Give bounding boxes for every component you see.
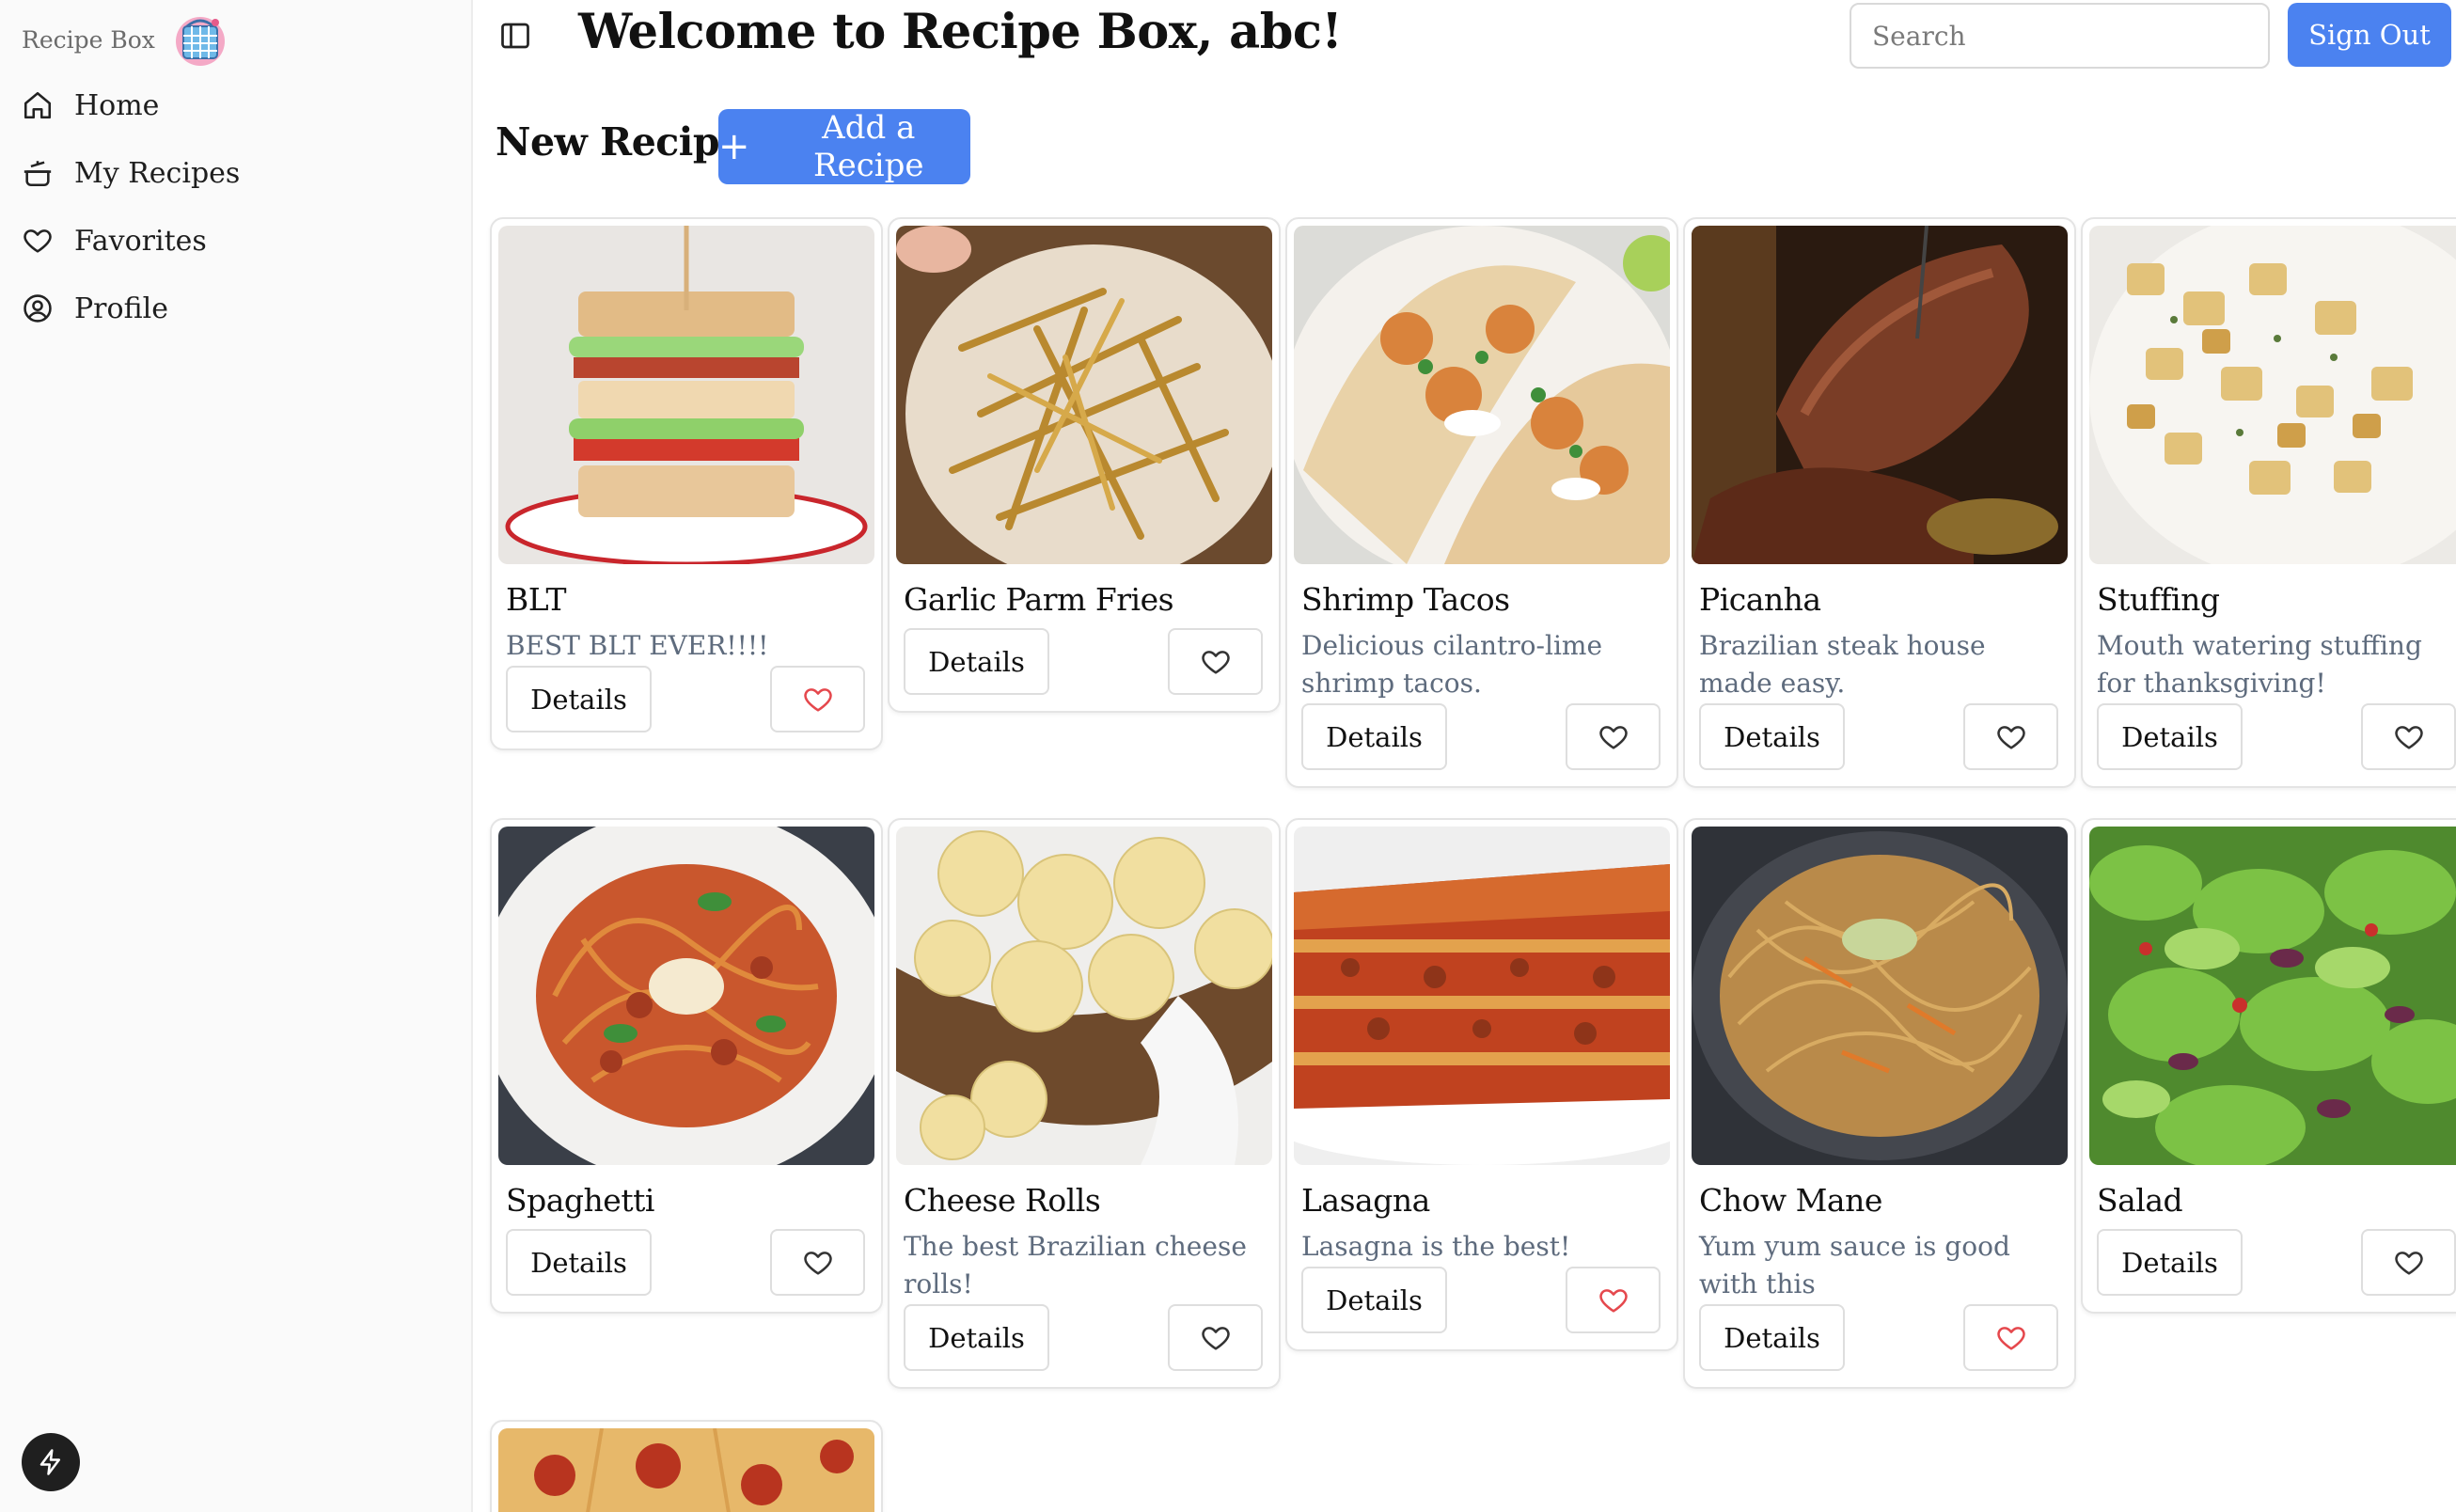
details-button[interactable]: Details (2097, 1229, 2243, 1296)
details-button[interactable]: Details (1699, 703, 1845, 770)
panel-left-icon (501, 23, 529, 49)
details-button[interactable]: Details (904, 1304, 1049, 1371)
favorite-button[interactable] (1168, 1304, 1263, 1371)
recipe-name: Salad (2097, 1182, 2183, 1219)
heart-filled-icon (1996, 1326, 2025, 1350)
sidebar-item-my-recipes[interactable]: My Recipes (22, 139, 240, 207)
favorite-button[interactable] (1963, 1304, 2058, 1371)
recipe-name: BLT (506, 581, 566, 618)
sidebar-nav: Home My Recipes Favorites Profile (22, 71, 240, 342)
recipe-card-stuffing: Stuffing Mouth watering stuffing for tha… (2081, 217, 2456, 788)
user-circle-icon (24, 294, 52, 323)
recipe-description: Delicious cilantro-lime shrimp tacos. (1301, 630, 1603, 699)
favorite-button[interactable] (2361, 1229, 2456, 1296)
add-recipe-button[interactable]: + Add a Recipe (718, 109, 970, 184)
heart-icon (2394, 725, 2423, 749)
tacos-icon[interactable] (1294, 226, 1670, 564)
recipe-name: Chow Mane (1699, 1182, 1882, 1219)
recipe-card-blt: BLT BEST BLT EVER!!!! Details (490, 217, 883, 750)
brand-name: Recipe Box (22, 25, 155, 54)
favorite-button[interactable] (2361, 703, 2456, 770)
recipe-card-salad: Salad Details (2081, 818, 2456, 1314)
recipe-name: Spaghetti (506, 1182, 654, 1219)
sidebar-item-home[interactable]: Home (22, 71, 240, 139)
favorite-button[interactable] (770, 1229, 865, 1296)
favorite-button[interactable] (1168, 628, 1263, 695)
spaghetti-icon[interactable] (498, 827, 874, 1165)
recipe-card-cheese-rolls: Cheese Rolls The best Brazilian cheese r… (888, 818, 1281, 1389)
recipe-card-spaghetti: Spaghetti Details (490, 818, 883, 1314)
heart-icon (803, 1251, 832, 1275)
recipe-card-lasagna: Lasagna Lasagna is the best! Details (1285, 818, 1678, 1351)
sidebar-item-label: Profile (74, 291, 168, 325)
recipe-description: Yum yum sauce is good with this (1699, 1231, 2010, 1299)
details-button[interactable]: Details (904, 628, 1049, 695)
recipe-description: The best Brazilian cheese rolls! (904, 1231, 1247, 1299)
heart-icon (2394, 1251, 2423, 1275)
stuffing-icon[interactable] (2089, 226, 2456, 564)
details-button[interactable]: Details (506, 1229, 652, 1296)
recipe-name: Stuffing (2097, 581, 2220, 618)
sidebar-item-label: Home (74, 88, 160, 122)
add-recipe-label: Add a Recipe (812, 109, 924, 184)
recipe-description: Mouth watering stuffing for thanksgiving… (2097, 630, 2422, 699)
cooking-pot-icon (24, 161, 52, 187)
recipe-card-garlic-parm-fries: Garlic Parm Fries Details (888, 217, 1281, 713)
recipe-card-pizza (490, 1420, 883, 1512)
heart-icon (1996, 725, 2025, 749)
cheese-rolls-icon[interactable] (896, 827, 1272, 1165)
details-button[interactable]: Details (1699, 1304, 1845, 1371)
heart-icon (1201, 1326, 1230, 1350)
page-title: Welcome to Recipe Box, abc! (578, 4, 1343, 60)
brand[interactable]: Recipe Box (22, 11, 228, 68)
lasagna-icon[interactable] (1294, 827, 1670, 1165)
sidebar: Recipe Box Home My Recipes Favorites Pro… (0, 0, 473, 1512)
sidebar-toggle-button[interactable] (498, 19, 532, 53)
details-button[interactable]: Details (1301, 1267, 1447, 1333)
home-icon (24, 91, 52, 119)
favorite-button[interactable] (1963, 703, 2058, 770)
recipe-name: Picanha (1699, 581, 1821, 618)
recipe-box-logo-icon (175, 17, 225, 66)
recipe-card-chow-mane: Chow Mane Yum yum sauce is good with thi… (1683, 818, 2076, 1389)
recipe-card-picanha: Picanha Brazilian steak house made easy.… (1683, 217, 2076, 788)
heart-filled-icon (1598, 1288, 1628, 1313)
recipe-description: Lasagna is the best! (1301, 1231, 1571, 1262)
blt-sandwich-icon[interactable] (498, 226, 874, 564)
sidebar-item-label: My Recipes (74, 156, 241, 190)
pizza-icon[interactable] (498, 1428, 874, 1512)
lightning-bolt-icon (39, 1449, 60, 1475)
heart-icon (1598, 725, 1628, 749)
steak-icon[interactable] (1692, 226, 2068, 564)
plus-icon: + (718, 125, 750, 168)
noodles-icon[interactable] (1692, 827, 2068, 1165)
favorite-button[interactable] (1566, 703, 1661, 770)
recipe-card-shrimp-tacos: Shrimp Tacos Delicious cilantro-lime shr… (1285, 217, 1678, 788)
dev-tools-button[interactable] (22, 1433, 80, 1491)
details-button[interactable]: Details (1301, 703, 1447, 770)
sign-out-button[interactable]: Sign Out (2288, 3, 2451, 67)
recipe-description: BEST BLT EVER!!!! (506, 630, 769, 661)
recipe-name: Garlic Parm Fries (904, 581, 1174, 618)
details-button[interactable]: Details (2097, 703, 2243, 770)
details-button[interactable]: Details (506, 666, 652, 732)
favorite-button[interactable] (1566, 1267, 1661, 1333)
heart-filled-icon (803, 687, 832, 712)
favorite-button[interactable] (770, 666, 865, 732)
sidebar-item-favorites[interactable]: Favorites (22, 207, 240, 275)
recipe-name: Lasagna (1301, 1182, 1430, 1219)
sidebar-item-profile[interactable]: Profile (22, 275, 240, 342)
recipe-name: Shrimp Tacos (1301, 581, 1510, 618)
sidebar-item-label: Favorites (74, 224, 207, 258)
heart-icon (1201, 650, 1230, 674)
recipe-description: Brazilian steak house made easy. (1699, 630, 1986, 699)
recipe-name: Cheese Rolls (904, 1182, 1101, 1219)
heart-icon (24, 229, 52, 253)
fries-icon[interactable] (896, 226, 1272, 564)
search-input[interactable] (1850, 3, 2270, 69)
salad-icon[interactable] (2089, 827, 2456, 1165)
